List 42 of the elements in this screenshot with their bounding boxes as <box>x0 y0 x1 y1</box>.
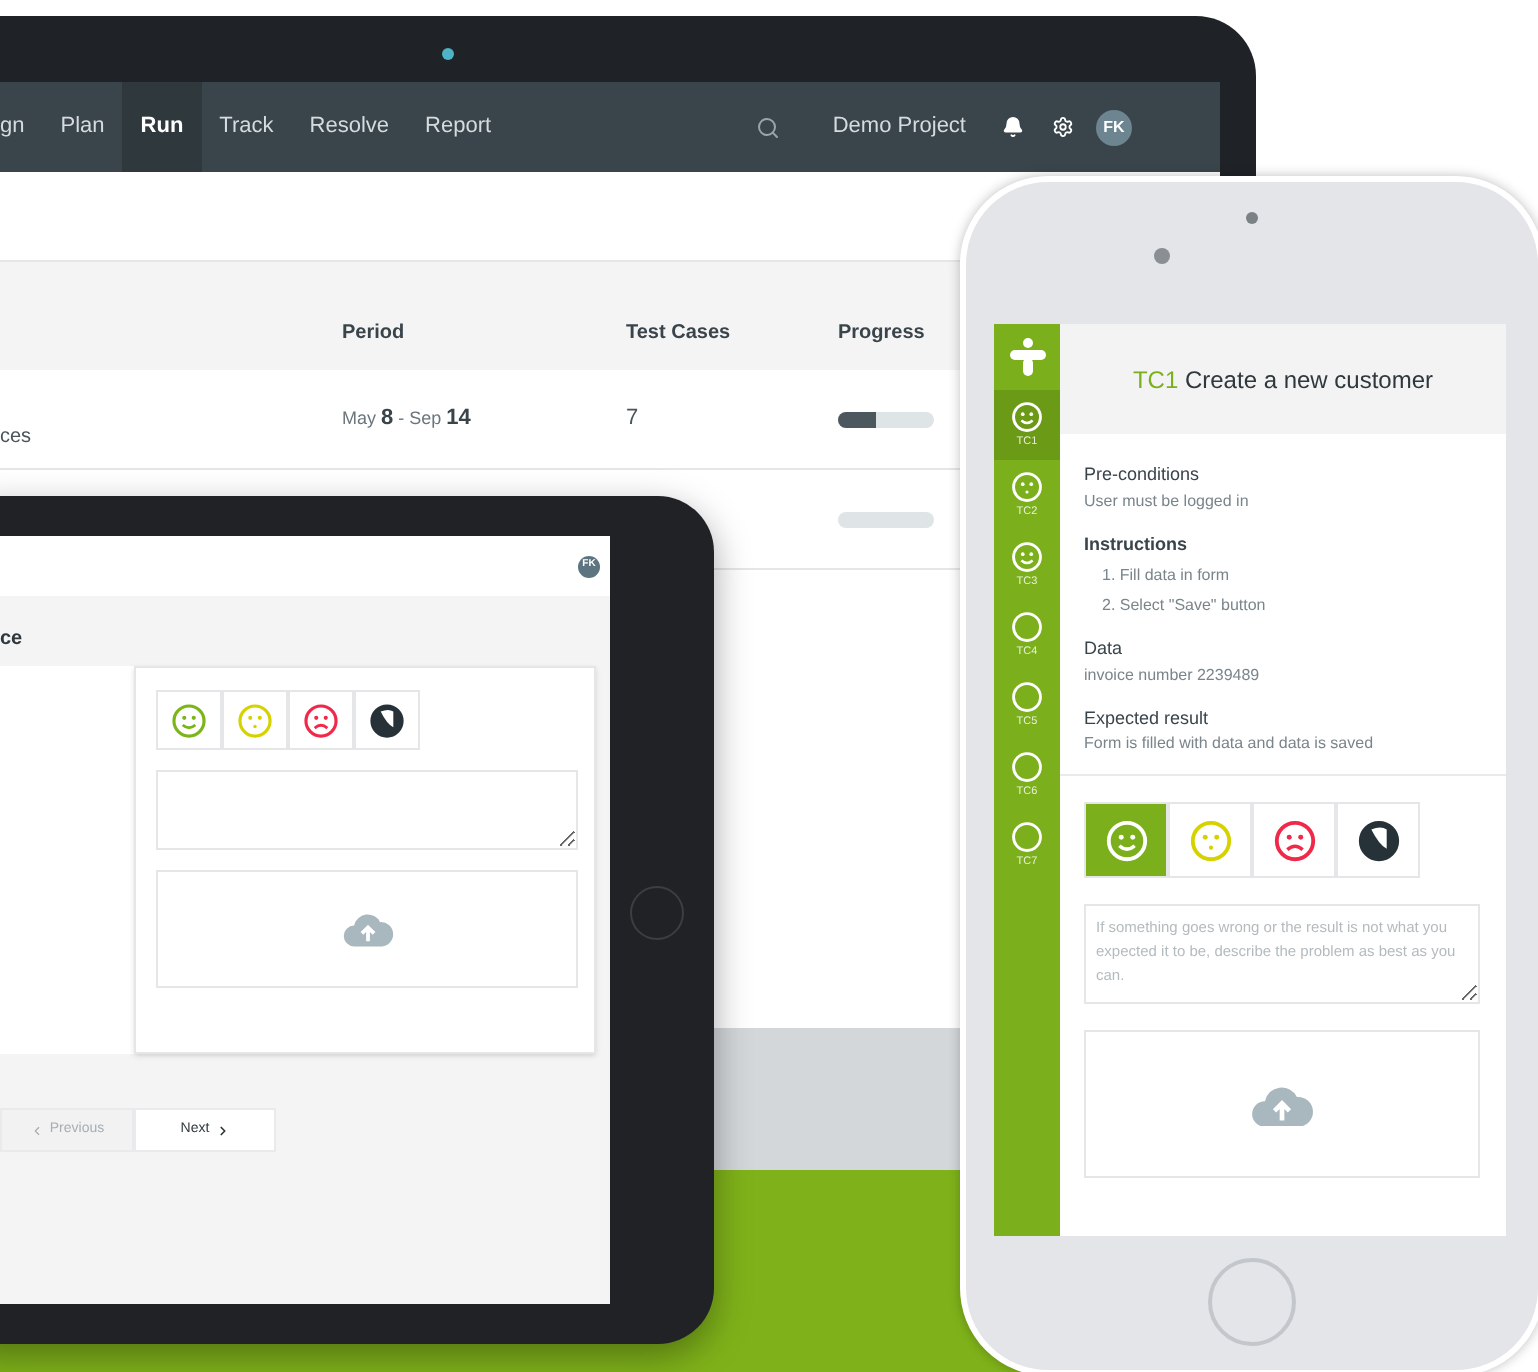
camera-icon <box>1154 248 1170 264</box>
chevron-left-icon <box>29 1123 44 1137</box>
comment-field[interactable] <box>156 770 578 850</box>
circle-icon <box>1010 820 1044 854</box>
test-case-title: TC1 Create a new customer <box>1132 363 1434 397</box>
nav-tab[interactable]: Track <box>201 82 292 172</box>
section-heading: Expected result <box>1084 705 1211 732</box>
search-icon[interactable] <box>756 115 781 139</box>
user-avatar[interactable]: FK <box>1096 109 1132 145</box>
page-heading: ce <box>0 626 25 654</box>
section-text: invoice number 2239489 <box>1084 663 1262 687</box>
bell-icon[interactable] <box>1002 116 1024 138</box>
table-cell: 7 <box>626 406 639 431</box>
circle-icon <box>1010 680 1044 714</box>
column-header: Progress <box>838 320 925 348</box>
table-cell: ces <box>0 426 32 448</box>
nav-tab[interactable]: gn <box>0 82 43 172</box>
nav-tab[interactable]: Resolve <box>291 82 408 172</box>
cloud-upload-icon <box>1250 1081 1314 1127</box>
cloud-upload-icon <box>341 910 393 948</box>
project-name[interactable]: Demo Project <box>832 110 966 144</box>
circle-icon <box>1010 750 1044 784</box>
nav-tab[interactable]: Run <box>122 82 202 172</box>
table-cell: May 8 - Sep 14 <box>342 408 471 429</box>
nav-tab[interactable]: Report <box>407 82 510 172</box>
section-text: User must be logged in <box>1084 489 1251 513</box>
instruction-step: 2. Select "Save" button <box>1084 594 1482 618</box>
section-text: Form is filled with data and data is saved <box>1084 732 1376 756</box>
logo-icon <box>1009 337 1045 377</box>
chevron-right-icon <box>215 1123 230 1137</box>
circle-icon <box>1010 610 1044 644</box>
section-heading: Instructions <box>1084 531 1190 557</box>
result-button[interactable] <box>1336 802 1420 878</box>
nav-tab[interactable]: Plan <box>42 82 123 172</box>
column-header: Test Cases <box>626 320 733 348</box>
section-heading: Pre-conditions <box>1084 462 1202 488</box>
result-button[interactable] <box>354 690 420 750</box>
instruction-step: 1. Fill data in form <box>1084 564 1482 588</box>
speaker-icon <box>1246 212 1258 224</box>
settings-icon[interactable] <box>1052 116 1074 138</box>
section-heading: Data <box>1084 636 1125 662</box>
column-header: Period <box>342 320 407 348</box>
